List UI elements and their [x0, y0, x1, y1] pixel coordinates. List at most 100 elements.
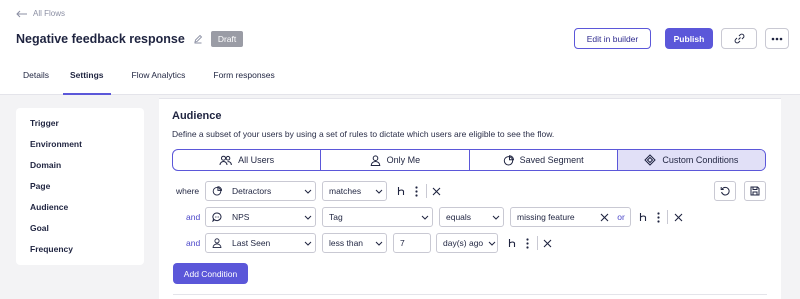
condition-value-input[interactable]: missing feature — [510, 207, 613, 227]
reset-conditions-button[interactable] — [714, 181, 736, 201]
segment-label: Custom Conditions — [662, 155, 739, 165]
status-badge: Draft — [210, 31, 244, 47]
tab-settings[interactable]: Settings — [62, 65, 111, 95]
section-title: Audience — [172, 110, 222, 122]
operator-value: less than — [329, 238, 364, 248]
sidebar-item-domain[interactable]: Domain — [30, 158, 144, 179]
case-sensitivity-icon[interactable] — [505, 236, 519, 250]
segment-saved-segment[interactable]: Saved Segment — [470, 150, 618, 170]
more-vertical-icon[interactable] — [651, 210, 665, 224]
unit-value: day(s) ago — [443, 238, 484, 248]
sidebar-item-goal[interactable]: Goal — [30, 221, 144, 242]
condition-connector: where — [176, 186, 200, 196]
value-text: missing feature — [517, 212, 575, 222]
arrow-left-icon — [16, 10, 28, 18]
sidebar-item-page[interactable]: Page — [30, 179, 144, 200]
pencil-icon[interactable] — [193, 34, 203, 44]
tab-bar: Details Settings Flow Analytics Form res… — [0, 65, 291, 95]
close-icon[interactable] — [429, 184, 443, 198]
section-description: Define a subset of your users by using a… — [172, 129, 555, 139]
condition-connector: and — [186, 212, 201, 222]
pie-chart-icon — [212, 186, 228, 196]
sidebar-item-environment[interactable]: Environment — [30, 137, 144, 158]
case-sensitivity-icon[interactable] — [636, 210, 650, 224]
divider — [426, 184, 427, 198]
segment-label: Saved Segment — [519, 155, 584, 165]
condition-row: and NPS Tag equals missing feature or — [159, 207, 781, 227]
save-icon — [750, 186, 760, 196]
tab-details[interactable]: Details — [0, 65, 63, 95]
settings-sidebar: Trigger Environment Domain Page Audience… — [16, 108, 144, 265]
undo-icon — [720, 186, 730, 196]
top-bar: All Flows Negative feedback response Dra… — [0, 0, 800, 95]
users-icon — [219, 155, 232, 166]
condition-field-select[interactable]: Last Seen — [205, 233, 316, 253]
close-icon[interactable] — [540, 236, 554, 250]
more-vertical-icon[interactable] — [409, 184, 423, 198]
page-title: Negative feedback response — [16, 32, 185, 46]
field-value: Detractors — [232, 186, 272, 196]
back-link[interactable]: All Flows — [16, 9, 65, 18]
condition-connector: and — [186, 238, 201, 248]
more-options-button[interactable] — [765, 28, 789, 49]
divider — [173, 294, 767, 295]
chevron-down-icon — [301, 189, 315, 194]
divider — [667, 210, 668, 224]
segment-only-me[interactable]: Only Me — [321, 150, 470, 170]
divider — [537, 236, 538, 250]
sidebar-item-trigger[interactable]: Trigger — [30, 116, 144, 137]
chevron-down-icon — [301, 241, 315, 246]
tab-form-responses[interactable]: Form responses — [199, 65, 290, 95]
condition-field-select[interactable]: Detractors — [205, 181, 316, 201]
condition-operator-select[interactable]: less than — [322, 233, 387, 253]
or-button[interactable]: or — [612, 207, 631, 227]
condition-type-select[interactable]: Tag — [322, 207, 433, 227]
header-actions: Edit in builder Publish — [574, 28, 789, 49]
chevron-down-icon — [372, 241, 386, 246]
copy-link-button[interactable] — [721, 28, 757, 49]
more-horizontal-icon — [771, 37, 783, 41]
chevron-down-icon — [487, 241, 497, 246]
chevron-down-icon — [372, 189, 386, 194]
sidebar-item-frequency[interactable]: Frequency — [30, 242, 144, 263]
condition-operator-select[interactable]: equals — [439, 207, 504, 227]
condition-number-input[interactable]: 7 — [393, 233, 431, 253]
segment-label: Only Me — [386, 155, 421, 165]
segment-all-users[interactable]: All Users — [173, 150, 322, 170]
user-icon — [212, 238, 228, 248]
title-row: Negative feedback response Draft — [16, 31, 244, 47]
chevron-down-icon — [301, 215, 315, 220]
edit-in-builder-button[interactable]: Edit in builder — [574, 28, 651, 49]
save-segment-button[interactable] — [744, 181, 766, 201]
chevron-down-icon — [489, 215, 503, 220]
back-link-label: All Flows — [33, 9, 66, 18]
segment-custom-conditions[interactable]: Custom Conditions — [617, 150, 765, 170]
close-icon[interactable] — [596, 213, 612, 222]
condition-unit-select[interactable]: day(s) ago — [436, 233, 498, 253]
operator-value: equals — [446, 212, 472, 222]
operator-value: matches — [329, 186, 362, 196]
close-icon[interactable] — [671, 210, 685, 224]
segment-label: All Users — [238, 155, 275, 165]
diamond-icon — [644, 154, 657, 166]
publish-button[interactable]: Publish — [665, 28, 713, 49]
add-condition-button[interactable]: Add Condition — [173, 263, 248, 284]
condition-row: where Detractors matches — [159, 181, 781, 201]
chevron-down-icon — [418, 215, 432, 220]
condition-operator-select[interactable]: matches — [322, 181, 387, 201]
number-value: 7 — [400, 238, 405, 248]
pie-chart-icon — [503, 154, 514, 166]
chat-bubble-icon — [212, 212, 228, 222]
field-value: NPS — [232, 212, 250, 222]
condition-row: and Last Seen less than 7 day(s) ago — [159, 233, 781, 253]
condition-field-select[interactable]: NPS — [205, 207, 316, 227]
case-sensitivity-icon[interactable] — [394, 184, 408, 198]
type-value: Tag — [329, 212, 343, 222]
audience-segmented-control: All Users Only Me Saved Segment Custom C… — [172, 149, 766, 171]
audience-panel: Audience Define a subset of your users b… — [159, 98, 781, 299]
more-vertical-icon[interactable] — [520, 236, 534, 250]
sidebar-item-audience[interactable]: Audience — [30, 200, 144, 221]
tab-flow-analytics[interactable]: Flow Analytics — [111, 65, 200, 95]
field-value: Last Seen — [232, 238, 271, 248]
link-icon — [734, 33, 745, 44]
